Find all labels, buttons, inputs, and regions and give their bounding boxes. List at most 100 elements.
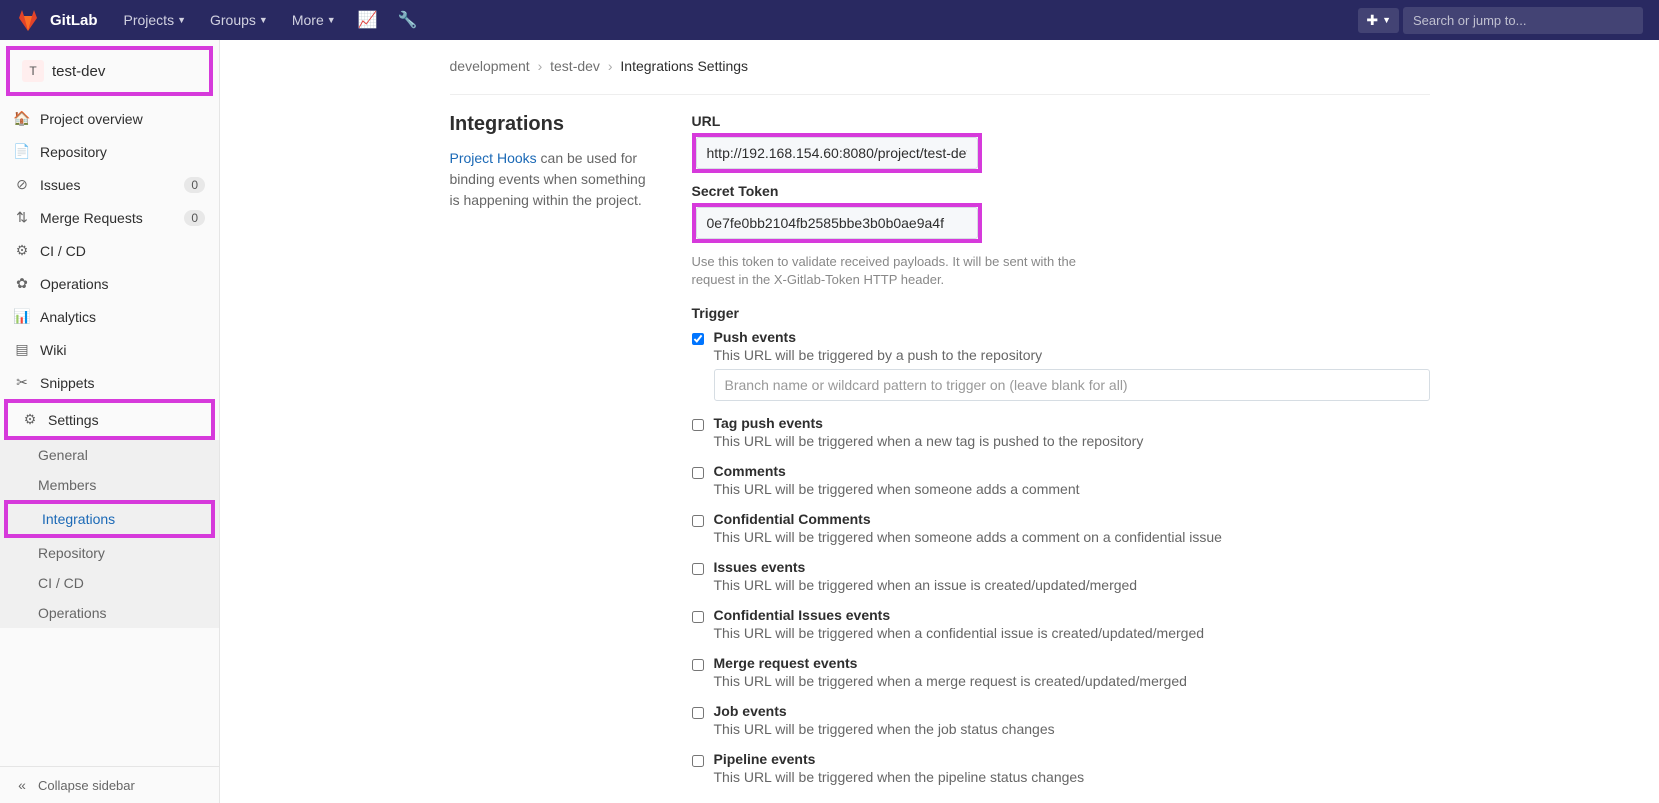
settings-sub-ci-cd[interactable]: CI / CD	[0, 568, 219, 598]
sidebar-item-repository[interactable]: 📄 Repository	[0, 135, 219, 168]
trigger-title: Pipeline events	[714, 751, 1430, 767]
trigger-row: Push eventsThis URL will be triggered by…	[692, 329, 1430, 401]
sidebar-item-snippets[interactable]: ✂Snippets	[0, 366, 219, 399]
trigger-checkbox[interactable]	[692, 563, 704, 575]
push-branch-filter-input[interactable]	[714, 369, 1430, 401]
settings-sub-operations[interactable]: Operations	[0, 598, 219, 628]
sidebar-item-settings[interactable]: ⚙ Settings	[4, 399, 215, 440]
project-hooks-link[interactable]: Project Hooks	[450, 150, 537, 166]
nav-groups[interactable]: Groups▼	[200, 0, 278, 40]
sidebar-icon: ✿	[14, 275, 30, 292]
global-search-input[interactable]	[1403, 7, 1643, 34]
trigger-row: Confidential Issues events This URL will …	[692, 607, 1430, 641]
trigger-checkbox[interactable]	[692, 467, 704, 479]
breadcrumb: development › test-dev › Integrations Se…	[450, 52, 1430, 94]
sidebar-item-issues[interactable]: ⊘ Issues 0	[0, 168, 219, 201]
sidebar-item-label: Merge Requests	[40, 210, 143, 226]
trigger-title: Tag push events	[714, 415, 1430, 431]
sidebar-item-label: Settings	[48, 412, 99, 428]
trigger-row: Confidential CommentsThis URL will be tr…	[692, 511, 1430, 545]
trigger-checkbox[interactable]	[692, 659, 704, 671]
trigger-checkbox[interactable]	[692, 515, 704, 527]
trigger-row: Job events This URL will be triggered whe…	[692, 703, 1430, 737]
breadcrumb-group[interactable]: development	[450, 58, 530, 74]
top-navbar: GitLab Projects▼ Groups▼ More▼ 📈 🔧 ✚ ▼	[0, 0, 1659, 40]
trigger-checkbox[interactable]	[692, 333, 704, 345]
sidebar-item-label: Issues	[40, 177, 80, 193]
trigger-desc: This URL will be triggered when someone …	[714, 481, 1430, 497]
sidebar-icon: ⚙	[14, 242, 30, 259]
sidebar-item-project-overview[interactable]: 🏠Project overview	[0, 102, 219, 135]
breadcrumb-current: Integrations Settings	[620, 58, 748, 74]
trigger-checkbox[interactable]	[692, 419, 704, 431]
settings-sub-repository[interactable]: Repository	[0, 538, 219, 568]
secret-token-help: Use this token to validate received payl…	[692, 253, 1122, 289]
sidebar-item-analytics[interactable]: 📊 Analytics	[0, 300, 219, 333]
trigger-desc: This URL will be triggered when a merge …	[714, 673, 1430, 689]
trigger-row: Tag push events This URL will be triggere…	[692, 415, 1430, 449]
nav-more[interactable]: More▼	[282, 0, 346, 40]
sidebar-item-label: Analytics	[40, 309, 96, 325]
sidebar-item-wiki[interactable]: ▤ Wiki	[0, 333, 219, 366]
secret-token-input[interactable]	[696, 207, 978, 239]
trigger-title: Confidential Issues events	[714, 607, 1430, 623]
project-name-label: test-dev	[52, 63, 105, 80]
sidebar-item-ci-cd[interactable]: ⚙ CI / CD	[0, 234, 219, 267]
sidebar-item-merge-requests[interactable]: ⇅ Merge Requests 0	[0, 201, 219, 234]
trigger-desc: This URL will be triggered when a confid…	[714, 625, 1430, 641]
gitlab-logo-icon	[16, 8, 40, 32]
project-avatar: T	[22, 60, 44, 82]
trigger-desc: This URL will be triggered by a push to …	[714, 347, 1430, 363]
sidebar-item-label: CI / CD	[40, 243, 86, 259]
url-label: URL	[692, 113, 1430, 129]
sidebar-item-label: Wiki	[40, 342, 66, 358]
sidebar-item-operations[interactable]: ✿ Operations	[0, 267, 219, 300]
breadcrumb-project[interactable]: test-dev	[550, 58, 600, 74]
sidebar-item-label: Snippets	[40, 375, 94, 391]
trigger-checkbox[interactable]	[692, 755, 704, 767]
project-sidebar: T test-dev 🏠Project overview 📄 Repository ⊘…	[0, 40, 220, 803]
sidebar-icon: 📊	[14, 308, 30, 325]
trigger-checkbox[interactable]	[692, 707, 704, 719]
nav-projects[interactable]: Projects▼	[114, 0, 197, 40]
sidebar-project-header[interactable]: T test-dev	[6, 46, 213, 96]
page-title: Integrations	[450, 113, 660, 136]
sidebar-icon: ▤	[14, 341, 30, 358]
sidebar-item-label: Repository	[40, 144, 107, 160]
activity-icon[interactable]: 📈	[350, 10, 386, 30]
count-badge: 0	[184, 210, 205, 226]
trigger-desc: This URL will be triggered when the job …	[714, 721, 1430, 737]
trigger-desc: This URL will be triggered when the pipe…	[714, 769, 1430, 785]
trigger-row: Issues eventsThis URL will be triggered …	[692, 559, 1430, 593]
trigger-desc: This URL will be triggered when someone …	[714, 529, 1430, 545]
sidebar-icon: ⇅	[14, 209, 30, 226]
settings-sub-integrations[interactable]: Integrations	[4, 500, 215, 538]
sidebar-item-label: Project overview	[40, 111, 143, 127]
trigger-title: Job events	[714, 703, 1430, 719]
trigger-desc: This URL will be triggered when an issue…	[714, 577, 1430, 593]
count-badge: 0	[184, 177, 205, 193]
brand-label: GitLab	[50, 12, 98, 29]
collapse-sidebar-button[interactable]: « Collapse sidebar	[0, 766, 219, 803]
trigger-section-label: Trigger	[692, 305, 1430, 321]
trigger-checkbox[interactable]	[692, 611, 704, 623]
trigger-row: Merge request events This URL will be tri…	[692, 655, 1430, 689]
settings-sub-general[interactable]: General	[0, 440, 219, 470]
trigger-title: Merge request events	[714, 655, 1430, 671]
url-input[interactable]	[696, 137, 978, 169]
intro-text: Project Hooks can be used for binding ev…	[450, 148, 660, 211]
settings-sub-members[interactable]: Members	[0, 470, 219, 500]
chevron-left-icon: «	[14, 777, 30, 793]
main-content: development › test-dev › Integrations Se…	[220, 40, 1659, 803]
sidebar-icon: 📄	[14, 143, 30, 160]
milestones-icon[interactable]: 🔧	[390, 10, 426, 30]
new-dropdown-button[interactable]: ✚ ▼	[1358, 8, 1399, 33]
trigger-desc: This URL will be triggered when a new ta…	[714, 433, 1430, 449]
gear-icon: ⚙	[22, 411, 38, 428]
sidebar-icon: ⊘	[14, 176, 30, 193]
trigger-row: Pipeline events This URL will be triggere…	[692, 751, 1430, 785]
trigger-row: Comments This URL will be triggered when …	[692, 463, 1430, 497]
secret-token-label: Secret Token	[692, 183, 1430, 199]
trigger-title: Comments	[714, 463, 1430, 479]
sidebar-item-label: Operations	[40, 276, 108, 292]
